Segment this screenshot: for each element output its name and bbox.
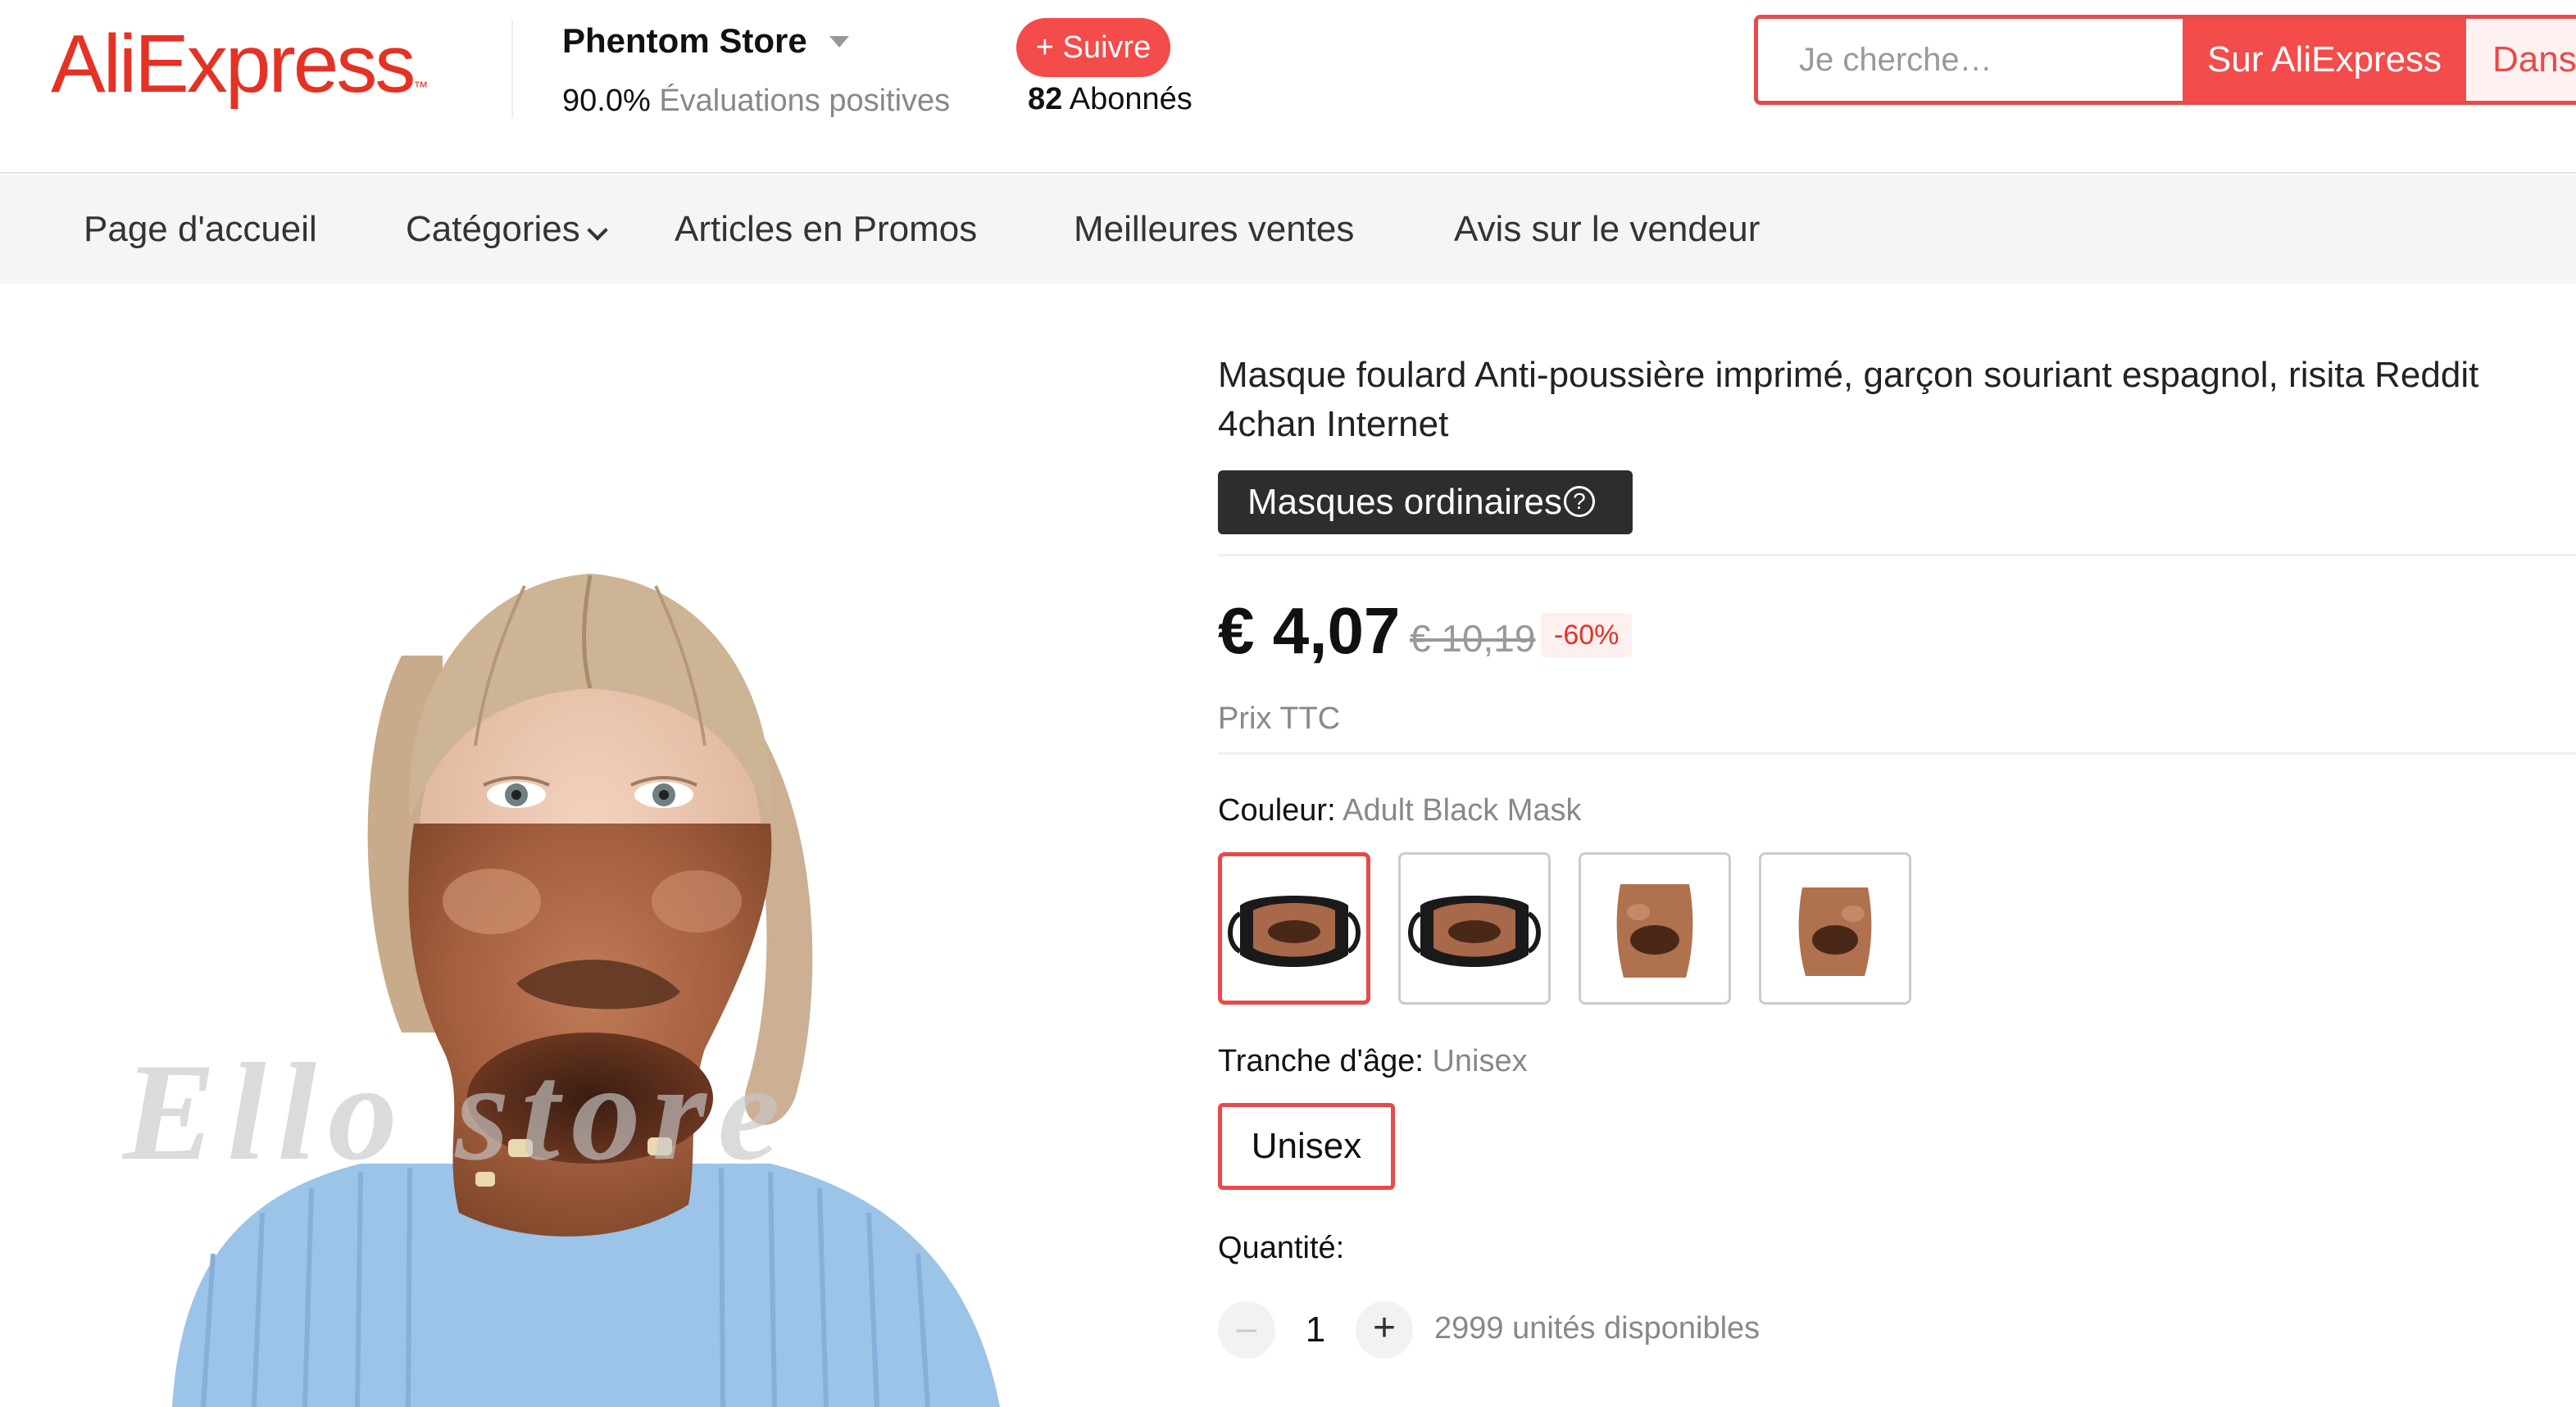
rating-value: 90.0% [562,84,651,118]
swatch-mask-thumbnail [1408,896,1541,967]
nav-item-promos[interactable]: Articles en Promos [675,175,977,284]
nav-item-seller-reviews[interactable]: Avis sur le vendeur [1454,175,1760,284]
search-bar: Sur AliExpress Dans [1754,15,2576,105]
aliexpress-logo[interactable]: AliExpress™ [51,15,428,113]
color-label: Couleur: Adult Black Mask [1218,793,1582,828]
tax-note: Prix TTC [1218,701,1341,736]
quantity-increase-button[interactable]: + [1356,1301,1413,1359]
followers-count: 82 Abonnés [1028,82,1193,117]
category-badge-label: Masques ordinaires [1247,482,1562,522]
logo-text: AliExpress [51,18,416,110]
search-store-button[interactable]: Dans [2468,19,2576,101]
original-price: € 10,19 [1410,617,1536,660]
help-icon[interactable]: ? [1563,486,1595,518]
nav-item-categories[interactable]: Catégories [406,175,608,284]
watermark-text: Ello store [123,1035,792,1189]
nav-item-bestsellers[interactable]: Meilleures ventes [1074,175,1354,284]
search-aliexpress-button[interactable]: Sur AliExpress [2183,19,2466,101]
followers-label: Abonnés [1069,82,1193,116]
color-swatch-child-scarf[interactable] [1759,852,1911,1005]
age-range-label: Tranche d'âge: Unisex [1218,1044,1528,1079]
quantity-label: Quantité: [1218,1231,1345,1265]
search-input[interactable] [1758,19,2183,101]
followers-number: 82 [1028,82,1063,116]
swatch-scarf-thumbnail [1616,884,1693,978]
nav-item-categories-label: Catégories [406,209,580,249]
product-title: Masque foulard Anti-poussière imprimé, g… [1218,355,2479,444]
rating-label: Évaluations positives [659,84,951,118]
divider [1218,554,2576,556]
divider [1218,752,2576,755]
store-rating: 90.0% Évaluations positives [562,84,950,119]
color-label-text: Couleur: [1218,793,1336,828]
discount-badge: -60% [1541,613,1633,657]
product-main-image[interactable]: Ello store [16,311,1156,1407]
header-divider [511,20,513,118]
age-option-unisex[interactable]: Unisex [1218,1103,1395,1190]
current-price: € 4,07 [1218,594,1401,667]
swatch-mask-thumbnail [1228,896,1361,967]
category-badge[interactable]: Masques ordinaires? [1218,470,1633,534]
color-swatch-adult-black-mask[interactable] [1218,852,1370,1005]
color-swatch-adult-scarf[interactable] [1579,852,1731,1005]
age-range-label-text: Tranche d'âge: [1218,1044,1424,1078]
store-name[interactable]: Phentom Store [562,21,807,61]
follow-button[interactable]: + Suivre [1016,18,1170,77]
quantity-value[interactable]: 1 [1297,1309,1334,1350]
store-caret-down-icon[interactable] [829,36,849,48]
logo-trademark: ™ [413,79,429,95]
color-swatch-child-black-mask[interactable] [1398,852,1551,1005]
age-range-selected-value: Unisex [1432,1044,1528,1078]
product-photo-girl-with-face-mask [172,574,1000,1407]
available-stock: 2999 unités disponibles [1434,1311,1760,1346]
quantity-decrease-button[interactable]: – [1218,1301,1275,1359]
store-nav: Page d'accueil Catégories Articles en Pr… [0,175,2576,284]
top-header: AliExpress™ Phentom Store 90.0% Évaluati… [0,0,2576,174]
nav-item-home[interactable]: Page d'accueil [84,175,317,284]
swatch-scarf-thumbnail [1798,887,1872,976]
color-selected-value: Adult Black Mask [1343,793,1582,828]
chevron-down-icon [587,220,608,241]
